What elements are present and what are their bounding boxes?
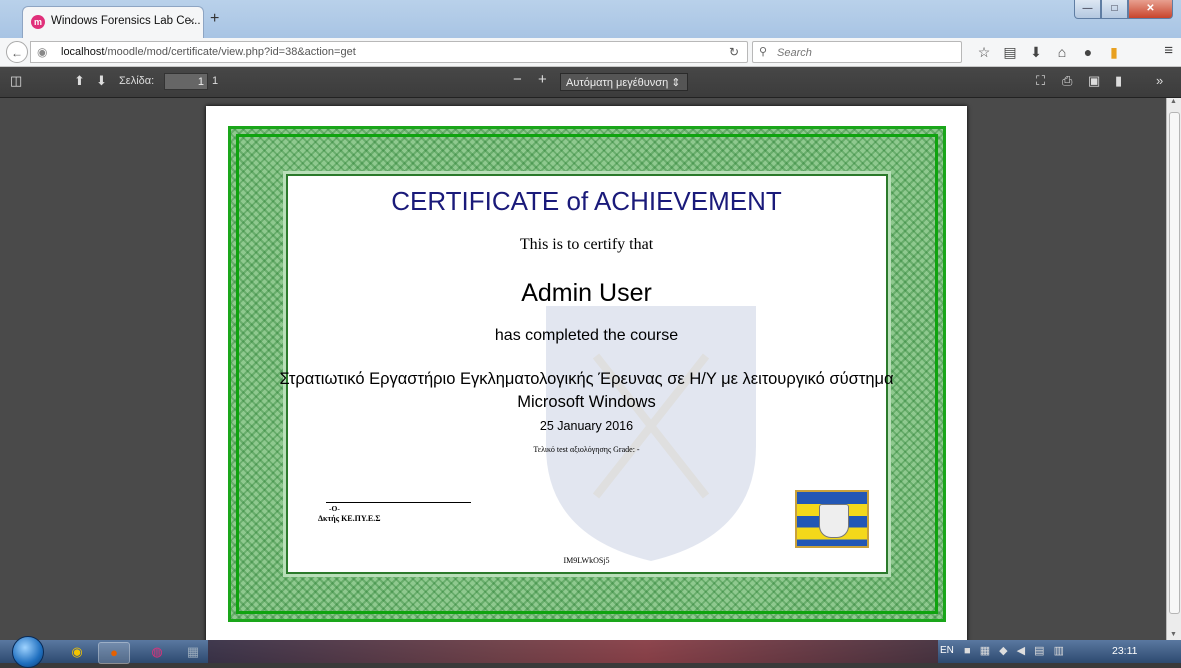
navigation-bar: ← ◉ localhost/moodle/mod/certificate/vie… <box>0 38 1181 67</box>
tab-certificate[interactable]: m Windows Forensics Lab Ce... × <box>22 6 204 38</box>
reading-list-icon[interactable]: ▤ <box>998 42 1022 62</box>
scroll-thumb[interactable] <box>1169 112 1180 614</box>
url-text[interactable]: localhost/moodle/mod/certificate/view.ph… <box>61 46 356 58</box>
scrollbar[interactable]: ▲ ▼ <box>1166 98 1181 640</box>
clock[interactable]: 23:11 <box>1112 645 1138 657</box>
certificate-intro: This is to certify that <box>519 236 654 253</box>
search-icon: ⚲ <box>759 46 768 58</box>
moodle-icon: m <box>31 15 45 29</box>
taskbar-background <box>208 640 938 663</box>
certificate-title: CERTIFICATE of ACHIEVEMENT <box>391 186 782 216</box>
signature-line <box>326 502 471 503</box>
title-bar: m Windows Forensics Lab Ce... × + — □ ✕ <box>0 0 1181 38</box>
chat-icon[interactable]: ● <box>1076 42 1100 62</box>
tools-icon[interactable]: » <box>1156 73 1163 88</box>
app-taskbar-icon[interactable]: ▦ <box>178 642 208 662</box>
home-icon[interactable]: ⌂ <box>1050 42 1074 62</box>
url-path: /moodle/mod/certificate/view.php?id=38&a… <box>104 46 356 58</box>
toolbar-icons: ☆ ▤ ⬇ ⌂ ● ▮ <box>972 42 1128 62</box>
chrome-icon[interactable]: ◉ <box>62 642 92 662</box>
minimize-button[interactable]: — <box>1074 0 1101 19</box>
page-label: Σελίδα: <box>119 75 155 87</box>
star-icon[interactable]: ☆ <box>972 42 996 62</box>
next-page-icon[interactable]: ⬇ <box>96 73 107 89</box>
url-host: localhost <box>61 46 105 58</box>
download-icon[interactable]: ⬇ <box>1024 42 1048 62</box>
certificate-grade: Τελικό test αξιολόγησης Grade: - <box>533 445 640 454</box>
close-button[interactable]: ✕ <box>1128 0 1173 19</box>
print-icon[interactable]: ⎙ <box>1062 73 1072 89</box>
scroll-down-icon[interactable]: ▼ <box>1170 631 1177 638</box>
url-bar[interactable]: ◉ localhost/moodle/mod/certificate/view.… <box>30 41 748 63</box>
certificate-date: 25 January 2016 <box>539 419 634 433</box>
recipient-name: Admin User <box>521 279 652 307</box>
firefox-icon[interactable]: ● <box>98 642 130 664</box>
page-total: 1 <box>212 75 219 87</box>
menu-icon[interactable]: ≡ <box>1164 42 1173 59</box>
flag-emblem-image <box>795 490 869 548</box>
course-name-line2: Microsoft Windows <box>517 393 656 411</box>
bookmark-icon[interactable]: ▮ <box>1115 73 1122 89</box>
presentation-mode-icon[interactable]: ⛶ <box>1036 73 1045 89</box>
scroll-up-icon[interactable]: ▲ <box>1170 98 1177 105</box>
certificate-code: IM9LWkOSj5 <box>563 556 610 565</box>
taskbar: ◉ ● ◍ ▦ EN ■ ▦ ◆ ◀ ▤ ▥ 23:11 <box>0 636 1181 668</box>
pdf-page: CERTIFICATE of ACHIEVEMENT This is to ce… <box>206 106 967 646</box>
shield-icon <box>819 504 849 538</box>
window-controls: — □ ✕ <box>1074 0 1173 20</box>
tab-close-button[interactable]: × <box>188 14 195 28</box>
sidebar-toggle-icon[interactable]: ◫ <box>10 73 22 89</box>
tab-title: Windows Forensics Lab Ce... <box>51 15 201 27</box>
completed-text: has completed the course <box>494 327 679 344</box>
zoom-select[interactable]: Αυτόματη μεγέθυνση ⇕ <box>560 73 688 91</box>
signer-name: Δκτής ΚΕ.ΠΥ.Ε.Σ <box>318 514 381 523</box>
search-input[interactable] <box>775 44 959 62</box>
language-indicator[interactable]: EN <box>940 645 954 656</box>
zoom-out-button[interactable]: − <box>513 71 522 88</box>
new-tab-button[interactable]: + <box>210 10 219 28</box>
save-icon[interactable]: ▣ <box>1088 73 1100 89</box>
maximize-button[interactable]: □ <box>1101 0 1128 19</box>
page-number-input[interactable] <box>164 73 208 90</box>
reload-icon[interactable]: ↻ <box>729 45 739 59</box>
course-name-line1: Στρατιωτικό Εργαστήριο Εγκληματολογικής … <box>279 370 894 388</box>
tray-icons[interactable]: ■ ▦ ◆ ◀ ▤ ▥ <box>964 644 1067 657</box>
zoom-in-button[interactable]: + <box>538 71 547 88</box>
previous-page-icon[interactable]: ⬆ <box>74 73 85 89</box>
back-button[interactable]: ← <box>6 41 28 63</box>
pdf-toolbar: ◫ ⬆ ⬇ Σελίδα: 1 − + Αυτόματη μεγέθυνση ⇕… <box>0 67 1181 98</box>
search-bar[interactable]: ⚲ <box>752 41 962 63</box>
signer-rank: -O- <box>329 504 340 513</box>
pocket-icon[interactable]: ▮ <box>1102 42 1126 62</box>
chevron-down-icon: ⇕ <box>671 77 681 89</box>
site-info-icon[interactable]: ◉ <box>37 45 47 59</box>
moodle-taskbar-icon[interactable]: ◍ <box>142 642 172 662</box>
zoom-select-value: Αυτόματη μεγέθυνση <box>566 77 669 89</box>
start-button[interactable] <box>12 636 44 668</box>
